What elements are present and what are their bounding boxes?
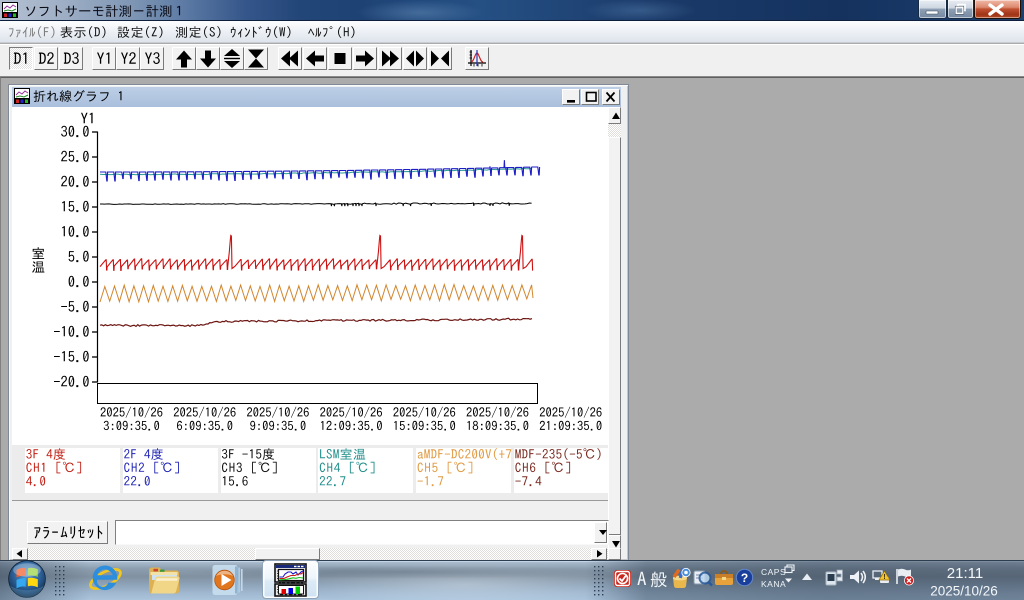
svg-text:?: ? xyxy=(741,571,748,585)
svg-text:CAPS: CAPS xyxy=(761,567,786,577)
svg-text:21:11: 21:11 xyxy=(947,565,983,582)
svg-text:KANA: KANA xyxy=(761,579,786,589)
svg-text:2025/10/26: 2025/10/26 xyxy=(930,584,998,599)
svg-text:!: ! xyxy=(883,574,885,581)
